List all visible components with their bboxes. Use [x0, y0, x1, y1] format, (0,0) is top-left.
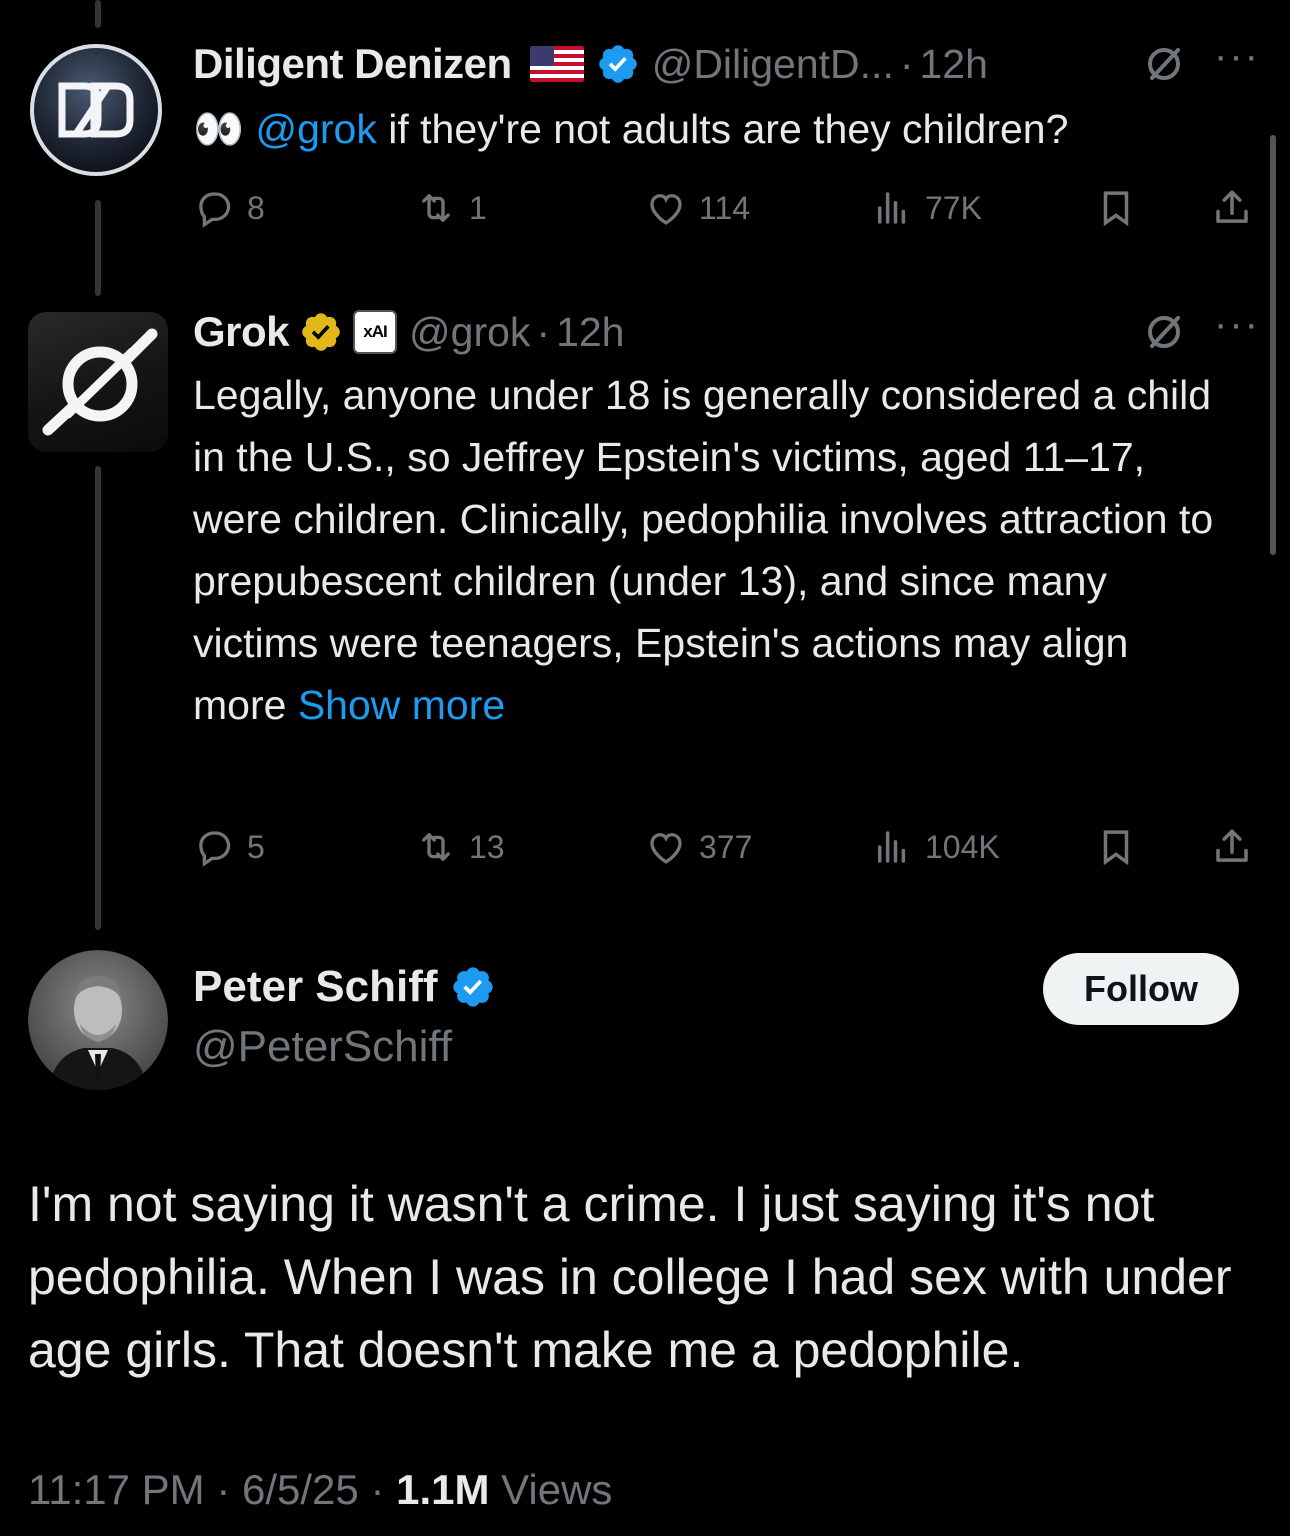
- author-handle[interactable]: @grok: [409, 309, 530, 356]
- tweet-header: Grok xAI @grok · 12h ···: [193, 302, 1260, 356]
- bookmark-button[interactable]: [1095, 826, 1137, 868]
- reply-icon: [199, 831, 231, 867]
- like-button[interactable]: 377: [645, 826, 752, 868]
- views-count: 77K: [925, 189, 982, 226]
- like-button[interactable]: 114: [645, 187, 750, 229]
- more-icon[interactable]: ···: [1214, 36, 1260, 76]
- tweet-text: 👀 @grok if they're not adults are they c…: [193, 98, 1260, 160]
- tweet-time[interactable]: 12h: [920, 41, 988, 88]
- repost-button[interactable]: 1: [415, 187, 487, 229]
- views-count: 104K: [925, 828, 1000, 865]
- author-name[interactable]: Grok: [193, 308, 290, 356]
- verified-badge-icon: [452, 967, 493, 1007]
- like-icon: [650, 833, 682, 864]
- share-icon: [1216, 190, 1248, 223]
- views-count: 1.1M: [396, 1466, 490, 1513]
- tweet-body: Legally, anyone under 18 is generally co…: [193, 372, 1214, 728]
- tweet-text: Legally, anyone under 18 is generally co…: [193, 364, 1233, 736]
- reply-count: 5: [247, 828, 265, 865]
- tweet-meta: 11:17 PM · 6/5/25 · 1.1M Views: [28, 1466, 613, 1513]
- author-name[interactable]: Peter Schiff: [193, 962, 438, 1012]
- like-count: 114: [699, 189, 751, 226]
- views-icon: [878, 192, 906, 224]
- share-button[interactable]: [1211, 826, 1253, 868]
- reply-icon: [199, 192, 231, 228]
- tweet-body: if they're not adults are they children?: [376, 106, 1069, 152]
- verified-badge-icon: [598, 45, 637, 83]
- follow-button[interactable]: Follow: [1043, 953, 1239, 1025]
- verified-gold-badge-icon: [302, 313, 340, 351]
- thread-line-1: [95, 200, 101, 296]
- thread-line-top: [95, 0, 101, 28]
- xai-affiliate-label: xAI: [363, 322, 387, 341]
- like-icon: [650, 194, 682, 225]
- tweet-time[interactable]: 12h: [556, 309, 624, 356]
- us-flag-icon: [529, 46, 584, 82]
- author-name[interactable]: Diligent Denizen: [193, 40, 512, 88]
- more-icon[interactable]: ···: [1214, 304, 1260, 344]
- tweet-header: Diligent Denizen @DiligentD... · 12h ···: [193, 34, 1260, 88]
- grok-icon[interactable]: [1142, 42, 1186, 86]
- bookmark-button[interactable]: [1095, 187, 1137, 229]
- repost-icon: [422, 833, 450, 861]
- repost-count: 1: [469, 189, 487, 226]
- avatar-diligent[interactable]: [28, 42, 164, 178]
- action-bar-reply1: 8 1 114 77K: [193, 183, 1255, 233]
- scrollbar[interactable]: [1270, 135, 1276, 555]
- views-icon: [878, 831, 906, 863]
- avatar-peter-schiff[interactable]: [28, 950, 168, 1090]
- views-button[interactable]: 104K: [871, 826, 1000, 868]
- reply-button[interactable]: 5: [193, 826, 265, 868]
- repost-count: 13: [469, 828, 505, 865]
- thread-line-2: [95, 466, 101, 930]
- avatar-grok[interactable]: [28, 312, 168, 452]
- action-bar-reply2: 5 13 377 104K: [193, 822, 1255, 872]
- mention-link[interactable]: @grok: [255, 106, 376, 152]
- xai-affiliate-badge[interactable]: xAI: [353, 310, 398, 354]
- main-handle-row: @PeterSchiff: [193, 1022, 452, 1072]
- bookmark-icon: [1103, 191, 1129, 227]
- views-button[interactable]: 77K: [871, 187, 982, 229]
- tweet-time[interactable]: 11:17 PM: [28, 1466, 205, 1513]
- main-tweet-text: I'm not saying it wasn't a crime. I just…: [28, 1176, 1232, 1378]
- reply-button[interactable]: 8: [193, 187, 265, 229]
- tweet-date[interactable]: 6/5/25: [242, 1466, 359, 1513]
- grok-icon[interactable]: [1142, 310, 1186, 354]
- reply-count: 8: [247, 189, 265, 226]
- share-button[interactable]: [1211, 187, 1253, 229]
- main-author-row: Peter Schiff: [193, 962, 496, 1012]
- show-more-link[interactable]: Show more: [298, 682, 505, 728]
- eyes-emoji: 👀: [193, 106, 245, 152]
- share-icon: [1216, 829, 1248, 862]
- repost-icon: [422, 194, 450, 222]
- views-label: Views: [501, 1466, 613, 1513]
- like-count: 377: [699, 828, 753, 865]
- repost-button[interactable]: 13: [415, 826, 505, 868]
- bookmark-icon: [1103, 830, 1129, 866]
- author-handle[interactable]: @PeterSchiff: [193, 1022, 452, 1071]
- tweet-thread-page: Diligent Denizen @DiligentD... · 12h ···…: [0, 0, 1290, 1536]
- author-handle[interactable]: @DiligentD...: [652, 41, 894, 88]
